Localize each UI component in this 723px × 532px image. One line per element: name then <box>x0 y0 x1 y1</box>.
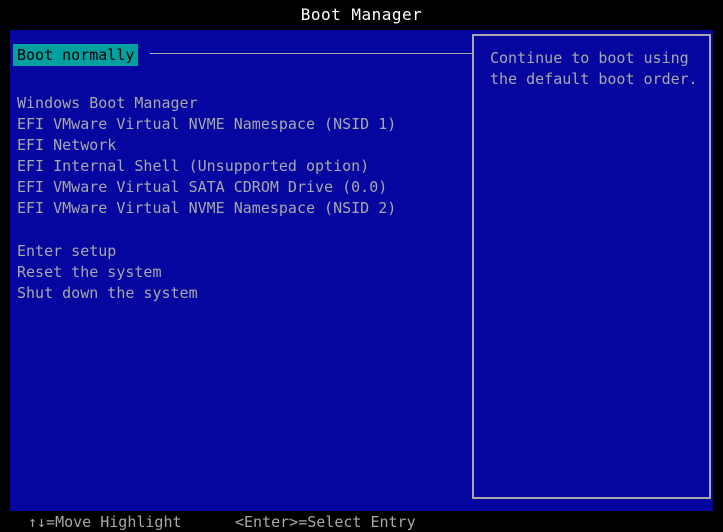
menu-item-shut-down-the-system[interactable]: Shut down the system <box>17 283 198 304</box>
highlight-connector-line <box>150 53 473 54</box>
help-panel: Continue to boot using the default boot … <box>472 34 711 499</box>
menu-item-efi-vmware-virtual-nvme-namespace-nsid-1[interactable]: EFI VMware Virtual NVME Namespace (NSID … <box>17 114 396 135</box>
boot-menu-list: Boot normallyWindows Boot ManagerEFI VMw… <box>10 30 472 511</box>
title-bar: Boot Manager <box>0 0 723 30</box>
hint-select-entry: <Enter>=Select Entry <box>235 512 416 532</box>
boot-manager-screen: Boot Manager Boot normally Windows Boot M… <box>0 0 723 532</box>
menu-item-windows-boot-manager[interactable]: Windows Boot Manager <box>17 93 198 114</box>
menu-item-reset-the-system[interactable]: Reset the system <box>17 262 162 283</box>
page-title: Boot Manager <box>0 5 723 24</box>
hint-move-highlight: ↑↓=Move Highlight <box>28 512 182 532</box>
menu-item-enter-setup[interactable]: Enter setup <box>17 241 116 262</box>
menu-item-efi-vmware-virtual-sata-cdrom-drive-0-0[interactable]: EFI VMware Virtual SATA CDROM Drive (0.0… <box>17 177 387 198</box>
menu-item-efi-vmware-virtual-nvme-namespace-nsid-2[interactable]: EFI VMware Virtual NVME Namespace (NSID … <box>17 198 396 219</box>
menu-item-efi-network[interactable]: EFI Network <box>17 135 116 156</box>
footer-hint-bar: ↑↓=Move Highlight <Enter>=Select Entry <box>0 511 723 532</box>
menu-item-boot-normally[interactable]: Boot normally <box>13 44 138 66</box>
help-panel-text: Continue to boot using the default boot … <box>490 48 698 90</box>
main-body: Boot normallyWindows Boot ManagerEFI VMw… <box>10 30 713 511</box>
menu-item-efi-internal-shell-unsupported-option[interactable]: EFI Internal Shell (Unsupported option) <box>17 156 369 177</box>
